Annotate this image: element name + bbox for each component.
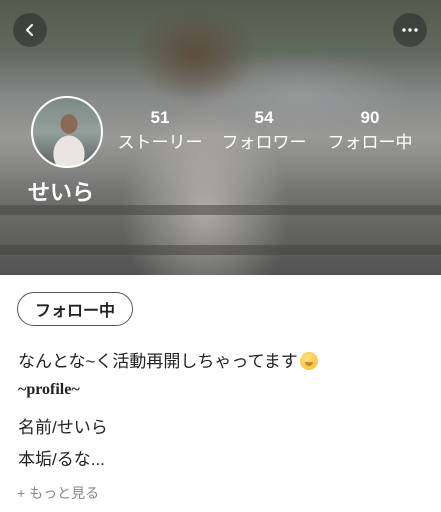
railing-decoration (0, 245, 441, 255)
bio-text: なんとな~く活動再開しちゃってます (18, 352, 298, 371)
following-button[interactable]: フォロー中 (17, 292, 133, 326)
bio-line: 名前/せいら (18, 418, 108, 437)
stat-followers[interactable]: 54 フォロワー (218, 107, 310, 155)
bio-line: ~profile~ (18, 381, 80, 398)
profile-header: 51 ストーリー 54 フォロワー 90 フォロー中 せいら (0, 0, 441, 275)
bio-line: なんとな~く活動再開しちゃってます (18, 347, 318, 372)
stat-label: フォロワー (221, 133, 307, 152)
more-options-button[interactable] (393, 13, 427, 47)
stat-value: 90 (360, 108, 380, 127)
grinning-emoji-icon (299, 352, 318, 370)
stat-value: 54 (254, 108, 274, 127)
profile-body: フォロー中 なんとな~く活動再開しちゃってます ~profile~ 名前/せいら… (0, 275, 441, 512)
show-more-link[interactable]: + もっと見る (17, 483, 99, 503)
more-horizontal-icon (402, 28, 418, 32)
back-button[interactable] (13, 13, 47, 47)
stat-stories[interactable]: 51 ストーリー (112, 107, 208, 155)
avatar[interactable] (31, 96, 103, 168)
chevron-left-icon (26, 24, 33, 36)
stat-label: フォロー中 (327, 133, 413, 152)
bio-line: 本垢/るな... (18, 450, 105, 469)
stat-following[interactable]: 90 フォロー中 (322, 107, 418, 155)
stat-value: 51 (150, 108, 170, 127)
stat-label: ストーリー (117, 133, 203, 152)
username: せいら (28, 180, 95, 205)
